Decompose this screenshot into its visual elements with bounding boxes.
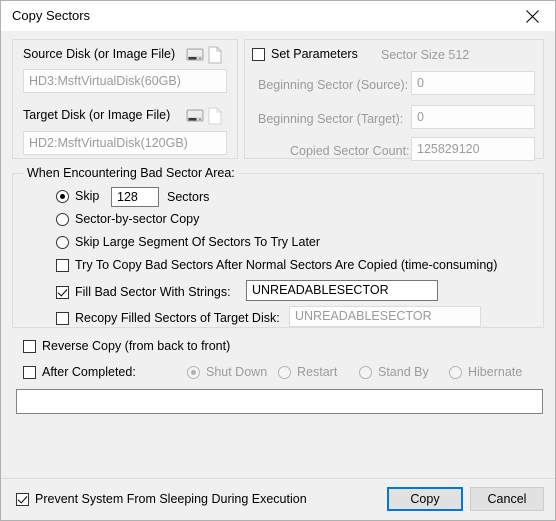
radio-hibernate[interactable]: Hibernate [449, 365, 522, 379]
copied-sector-count-label: Copied Sector Count: [290, 144, 410, 158]
copy-button[interactable]: Copy [387, 487, 463, 511]
source-disk-field[interactable]: HD3:MsftVirtualDisk(60GB) [23, 69, 227, 93]
source-file-select-button[interactable] [208, 46, 228, 64]
radio-sector-by-sector-label: Sector-by-sector Copy [75, 212, 200, 226]
radio-sector-by-sector[interactable]: Sector-by-sector Copy [56, 212, 199, 226]
checkbox-box [56, 311, 69, 325]
reverse-copy-checkbox[interactable]: Reverse Copy (from back to front) [23, 339, 230, 353]
try-copy-bad-sectors-checkbox[interactable]: Try To Copy Bad Sectors After Normal Sec… [56, 258, 497, 272]
close-icon [525, 9, 539, 23]
window-title: Copy Sectors [12, 8, 91, 23]
after-completed-checkbox[interactable]: After Completed: [23, 365, 136, 379]
beginning-sector-target-label: Beginning Sector (Target): [258, 112, 404, 126]
beginning-sector-target-field[interactable]: 0 [411, 105, 535, 129]
fill-string-input[interactable]: UNREADABLESECTOR [246, 280, 438, 301]
radio-circle [187, 365, 200, 379]
cancel-button[interactable]: Cancel [470, 487, 544, 511]
after-completed-label: After Completed: [42, 365, 136, 379]
radio-hibernate-label: Hibernate [468, 365, 523, 379]
radio-skip-label: Skip [75, 189, 100, 203]
target-disk-label: Target Disk (or Image File) [23, 108, 171, 122]
radio-restart-label: Restart [297, 365, 338, 379]
checkbox-box [23, 339, 36, 353]
hard-disk-icon [186, 48, 204, 61]
recopy-string-input[interactable]: UNREADABLESECTOR [289, 306, 481, 327]
radio-shut-down[interactable]: Shut Down [187, 365, 267, 379]
checkbox-box [23, 365, 36, 379]
prevent-sleep-label: Prevent System From Sleeping During Exec… [35, 492, 307, 506]
file-icon [208, 46, 222, 64]
checkbox-box [56, 285, 69, 299]
radio-skip-large-segment[interactable]: Skip Large Segment Of Sectors To Try Lat… [56, 235, 320, 249]
radio-circle [449, 365, 462, 379]
copied-sector-count-field[interactable]: 125829120 [411, 137, 535, 161]
file-icon [208, 107, 222, 125]
radio-circle [56, 189, 69, 203]
source-disk-select-button[interactable] [186, 47, 206, 65]
reverse-copy-label: Reverse Copy (from back to front) [42, 339, 231, 353]
skip-sectors-input[interactable]: 128 [111, 187, 159, 207]
footer-separator [1, 478, 555, 479]
sectors-unit-label: Sectors [167, 190, 210, 204]
target-disk-select-button[interactable] [186, 108, 206, 126]
close-button[interactable] [509, 1, 555, 31]
radio-stand-by[interactable]: Stand By [359, 365, 429, 379]
status-log-box[interactable] [16, 389, 543, 414]
fill-bad-sector-label: Fill Bad Sector With Strings: [75, 285, 231, 299]
recopy-filled-sectors-checkbox[interactable]: Recopy Filled Sectors of Target Disk: [56, 311, 280, 325]
beginning-sector-source-field[interactable]: 0 [411, 71, 535, 95]
sector-size-label: Sector Size 512 [381, 48, 470, 62]
radio-circle [278, 365, 291, 379]
set-parameters-checkbox[interactable]: Set Parameters [252, 47, 358, 61]
title-bar: Copy Sectors [1, 1, 555, 32]
checkbox-box [56, 258, 69, 272]
fill-bad-sector-checkbox[interactable]: Fill Bad Sector With Strings: [56, 285, 231, 299]
set-parameters-label: Set Parameters [271, 47, 358, 61]
copy-sectors-dialog: Copy Sectors Source Disk (or Image File)… [0, 0, 556, 521]
radio-circle [56, 212, 69, 226]
source-disk-label: Source Disk (or Image File) [23, 47, 176, 61]
radio-circle [359, 365, 372, 379]
radio-skip[interactable]: Skip [56, 189, 99, 203]
recopy-filled-sectors-label: Recopy Filled Sectors of Target Disk: [75, 311, 280, 325]
beginning-sector-source-label: Beginning Sector (Source): [258, 78, 409, 92]
hard-disk-icon [186, 109, 204, 122]
radio-stand-by-label: Stand By [378, 365, 429, 379]
radio-shut-down-label: Shut Down [206, 365, 268, 379]
try-copy-bad-sectors-label: Try To Copy Bad Sectors After Normal Sec… [75, 258, 498, 272]
target-file-select-button[interactable] [208, 107, 228, 125]
bad-sector-group-legend: When Encountering Bad Sector Area: [23, 166, 239, 180]
checkbox-box [252, 47, 265, 61]
target-disk-field[interactable]: HD2:MsftVirtualDisk(120GB) [23, 131, 227, 155]
radio-restart[interactable]: Restart [278, 365, 337, 379]
checkbox-box [16, 492, 29, 506]
radio-circle [56, 235, 69, 249]
radio-skip-large-segment-label: Skip Large Segment Of Sectors To Try Lat… [75, 235, 321, 249]
prevent-sleep-checkbox[interactable]: Prevent System From Sleeping During Exec… [16, 492, 307, 506]
